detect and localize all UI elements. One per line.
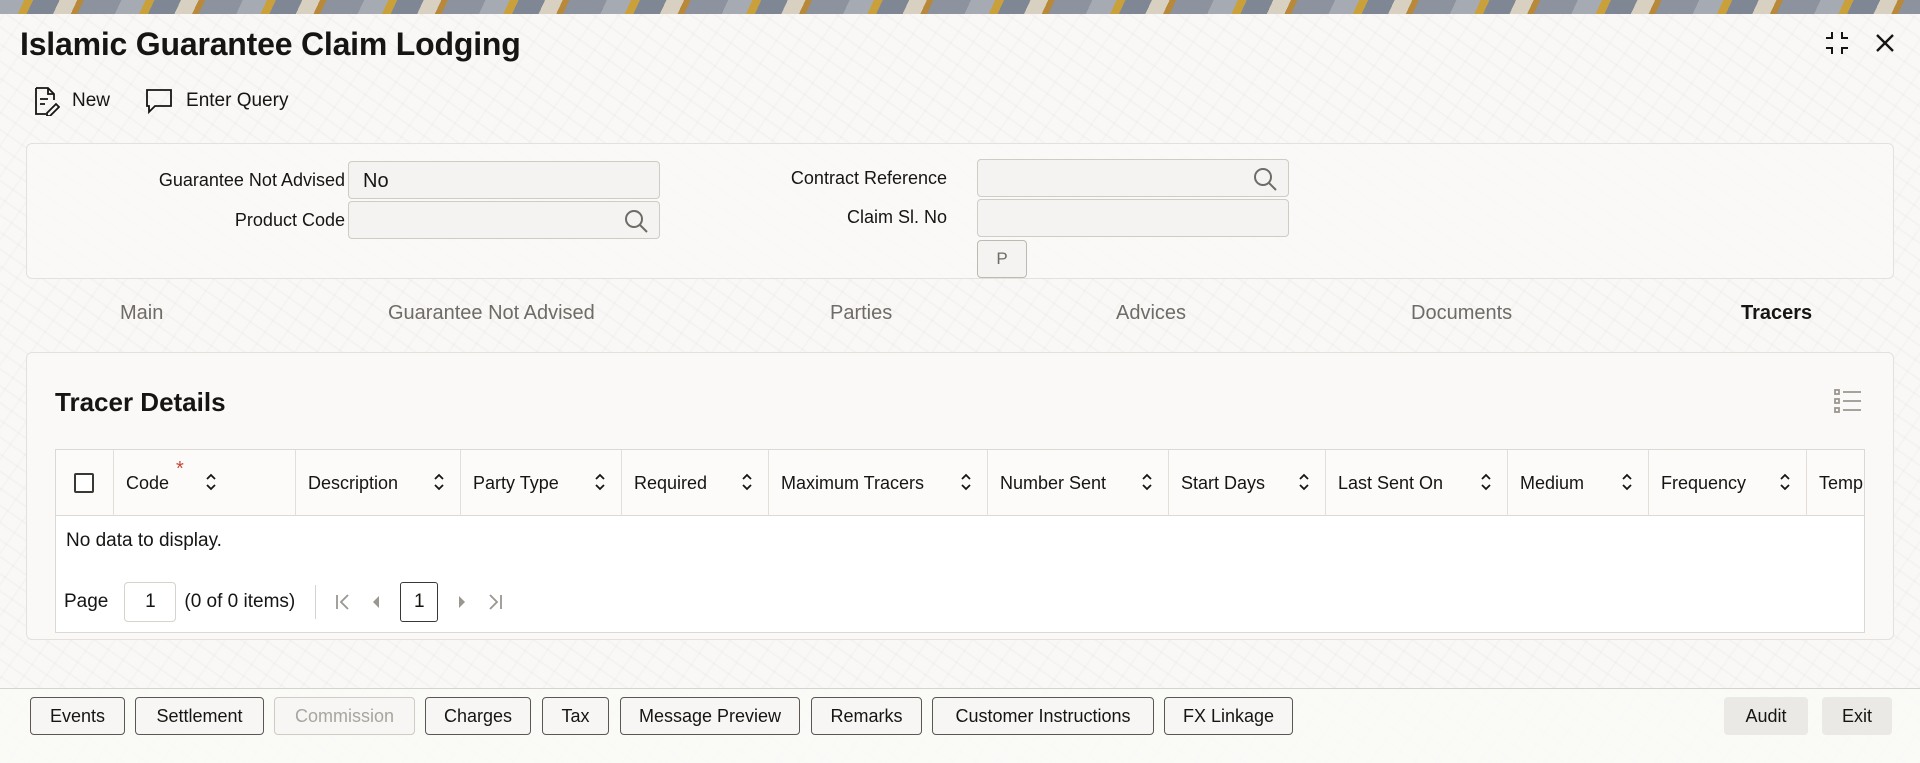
new-button[interactable]: New bbox=[32, 86, 110, 116]
required-star: * bbox=[176, 458, 184, 480]
next-page-icon[interactable] bbox=[456, 593, 468, 611]
search-icon[interactable] bbox=[623, 208, 649, 240]
sort-icon[interactable] bbox=[959, 472, 973, 497]
column-header-code[interactable]: Code * bbox=[114, 450, 296, 516]
sort-icon[interactable] bbox=[593, 472, 607, 497]
settlement-button[interactable]: Settlement bbox=[135, 697, 264, 735]
guarantee-not-advised-label: Guarantee Not Advised bbox=[158, 170, 345, 190]
column-label: Required bbox=[634, 472, 708, 493]
column-header-maximum-tracers[interactable]: Maximum Tracers bbox=[769, 450, 988, 516]
guarantee-not-advised-value: No bbox=[363, 170, 389, 192]
events-button[interactable]: Events bbox=[30, 697, 125, 735]
item-count: (0 of 0 items) bbox=[184, 585, 317, 619]
column-label: Temp bbox=[1819, 472, 1864, 493]
sort-icon[interactable] bbox=[432, 472, 446, 497]
product-code-label: Product Code bbox=[234, 210, 345, 230]
header-form-panel: Guarantee Not Advised No Product Code Co… bbox=[26, 143, 1894, 279]
tab-main[interactable]: Main bbox=[120, 302, 163, 325]
maximize-icon[interactable] bbox=[1822, 28, 1852, 58]
pagination: Page 1 (0 of 0 items) 1 bbox=[64, 582, 504, 622]
window-controls bbox=[1822, 28, 1900, 58]
tax-button[interactable]: Tax bbox=[542, 697, 609, 735]
column-header-medium[interactable]: Medium bbox=[1508, 450, 1649, 516]
tab-parties[interactable]: Parties bbox=[830, 302, 892, 325]
close-icon[interactable] bbox=[1870, 28, 1900, 58]
audit-button[interactable]: Audit bbox=[1724, 697, 1808, 735]
column-header-frequency[interactable]: Frequency bbox=[1649, 450, 1807, 516]
column-label: Frequency bbox=[1661, 472, 1747, 493]
last-page-icon[interactable] bbox=[486, 593, 504, 611]
sort-icon[interactable] bbox=[740, 472, 754, 497]
customer-instructions-button[interactable]: Customer Instructions bbox=[932, 697, 1154, 735]
commission-button[interactable]: Commission bbox=[274, 697, 415, 735]
first-page-icon[interactable] bbox=[334, 593, 352, 611]
sort-icon[interactable] bbox=[1620, 472, 1634, 497]
enter-query-button[interactable]: Enter Query bbox=[144, 87, 288, 115]
tab-guarantee-not-advised[interactable]: Guarantee Not Advised bbox=[388, 302, 595, 325]
fx-linkage-button[interactable]: FX Linkage bbox=[1164, 697, 1293, 735]
column-label: Code bbox=[126, 472, 170, 493]
window-title: Islamic Guarantee Claim Lodging bbox=[20, 26, 521, 62]
contract-reference-label: Contract Reference bbox=[790, 168, 947, 188]
column-label: Maximum Tracers bbox=[781, 472, 925, 493]
message-preview-button[interactable]: Message Preview bbox=[620, 697, 800, 735]
p-button[interactable]: P bbox=[977, 240, 1027, 278]
select-all-column bbox=[56, 450, 114, 516]
page-label: Page bbox=[64, 591, 109, 612]
sort-icon[interactable] bbox=[1479, 472, 1493, 497]
page-navigation: 1 bbox=[334, 582, 504, 622]
column-header-party-type[interactable]: Party Type bbox=[461, 450, 622, 516]
sort-icon[interactable] bbox=[1140, 472, 1154, 497]
product-code-input[interactable] bbox=[348, 201, 660, 239]
header-decorative-strip bbox=[0, 0, 1920, 14]
tracer-details-section: Tracer Details Code * Description Party … bbox=[26, 352, 1894, 640]
column-header-number-sent[interactable]: Number Sent bbox=[988, 450, 1169, 516]
column-label: Last Sent On bbox=[1338, 472, 1444, 493]
tab-tracers[interactable]: Tracers bbox=[1741, 302, 1812, 325]
select-all-checkbox[interactable] bbox=[74, 473, 94, 493]
contract-reference-input[interactable] bbox=[977, 159, 1289, 197]
sort-icon[interactable] bbox=[1297, 472, 1311, 497]
tracer-grid: Code * Description Party Type Required M… bbox=[55, 449, 1865, 633]
tab-advices[interactable]: Advices bbox=[1116, 302, 1186, 325]
empty-message: No data to display. bbox=[66, 530, 222, 551]
column-label: Description bbox=[308, 472, 399, 493]
column-header-start-days[interactable]: Start Days bbox=[1169, 450, 1326, 516]
column-label: Number Sent bbox=[1000, 472, 1107, 493]
page-input[interactable]: 1 bbox=[124, 582, 177, 622]
column-label: Medium bbox=[1520, 472, 1585, 493]
column-header-last-sent-on[interactable]: Last Sent On bbox=[1326, 450, 1508, 516]
charges-button[interactable]: Charges bbox=[425, 697, 531, 735]
list-view-icon[interactable] bbox=[1833, 387, 1863, 420]
claim-sl-no-input[interactable] bbox=[977, 199, 1289, 237]
column-label: Party Type bbox=[473, 472, 559, 493]
new-document-icon bbox=[35, 87, 60, 116]
column-header-temp[interactable]: Temp bbox=[1807, 450, 1864, 516]
query-chat-icon bbox=[146, 89, 172, 115]
search-icon[interactable] bbox=[1252, 166, 1278, 198]
current-page-button[interactable]: 1 bbox=[400, 582, 439, 622]
column-label: Start Days bbox=[1181, 472, 1266, 493]
guarantee-not-advised-field[interactable]: No bbox=[348, 161, 660, 199]
footer-action-bar: Events Settlement Commission Charges Tax… bbox=[0, 688, 1920, 763]
tab-documents[interactable]: Documents bbox=[1411, 302, 1512, 325]
grid-header: Code * Description Party Type Required M… bbox=[56, 450, 1864, 516]
claim-sl-no-label: Claim Sl. No bbox=[846, 207, 947, 227]
remarks-button[interactable]: Remarks bbox=[811, 697, 922, 735]
exit-button[interactable]: Exit bbox=[1822, 697, 1892, 735]
enter-query-label: Enter Query bbox=[186, 90, 289, 111]
previous-page-icon[interactable] bbox=[370, 593, 382, 611]
section-title: Tracer Details bbox=[55, 387, 226, 417]
sort-icon[interactable] bbox=[204, 472, 218, 497]
column-header-required[interactable]: Required bbox=[622, 450, 769, 516]
toolbar: New Enter Query bbox=[32, 86, 288, 116]
column-header-description[interactable]: Description bbox=[296, 450, 461, 516]
tab-bar: Main Guarantee Not Advised Parties Advic… bbox=[0, 296, 1920, 332]
new-label: New bbox=[72, 90, 111, 111]
sort-icon[interactable] bbox=[1778, 472, 1792, 497]
